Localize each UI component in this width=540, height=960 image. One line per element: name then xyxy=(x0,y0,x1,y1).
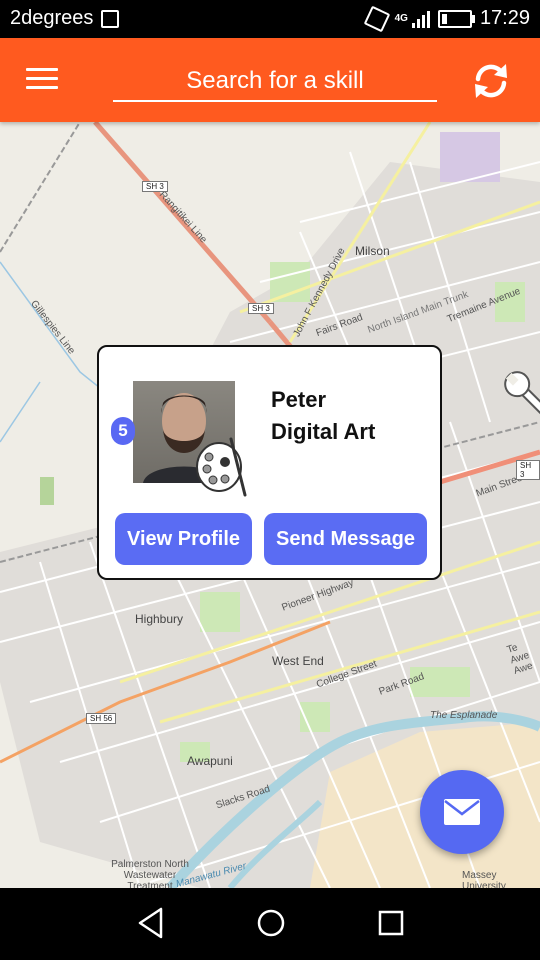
refresh-icon[interactable] xyxy=(470,60,512,102)
clock: 17:29 xyxy=(479,7,530,29)
menu-icon[interactable] xyxy=(26,68,58,92)
battery-icon xyxy=(437,9,475,28)
map-label-esplanade: The Esplanade xyxy=(430,710,498,721)
vibrate-icon xyxy=(363,5,390,32)
signal-icon xyxy=(411,10,430,28)
envelope-icon xyxy=(444,799,480,825)
skill-count-badge: 5 xyxy=(111,417,135,445)
message-fab[interactable] xyxy=(420,770,504,854)
back-icon[interactable] xyxy=(136,906,166,940)
highway-shield-sh3: SH 3 xyxy=(248,303,274,314)
search-input[interactable] xyxy=(113,62,437,102)
user-popup-card: 5 Peter Digital Art View Profile Send Me… xyxy=(97,345,442,580)
map-label-highbury: Highbury xyxy=(135,612,184,626)
network-type: 4G xyxy=(394,13,408,24)
map-label-massey: Massey University xyxy=(462,870,506,888)
view-profile-button[interactable]: View Profile xyxy=(115,513,252,565)
nav-bar xyxy=(0,888,540,960)
send-message-button[interactable]: Send Message xyxy=(264,513,427,565)
palette-icon xyxy=(196,437,247,497)
gallery-icon xyxy=(101,10,119,28)
app-bar xyxy=(0,38,540,122)
carrier-name: 2degrees xyxy=(10,7,94,29)
highway-shield-sh3: SH 3 xyxy=(516,460,540,480)
recents-icon[interactable] xyxy=(376,906,406,940)
map-label-awapuni: Awapuni xyxy=(187,754,233,768)
user-skill: Digital Art xyxy=(271,419,376,444)
highway-shield-sh56: SH 56 xyxy=(86,713,117,724)
highway-shield-sh3: SH 3 xyxy=(142,181,168,192)
user-name: Peter xyxy=(271,387,327,412)
status-bar: 2degrees 4G 17:29 xyxy=(0,0,540,38)
map-label-palmerston: Palmerston North Wastewater Treatment xyxy=(111,859,189,888)
home-icon[interactable] xyxy=(256,906,286,940)
map-label-west-end: West End xyxy=(272,654,324,668)
status-icons: 4G 17:29 xyxy=(363,5,530,32)
map-label-milson: Milson xyxy=(355,244,390,258)
